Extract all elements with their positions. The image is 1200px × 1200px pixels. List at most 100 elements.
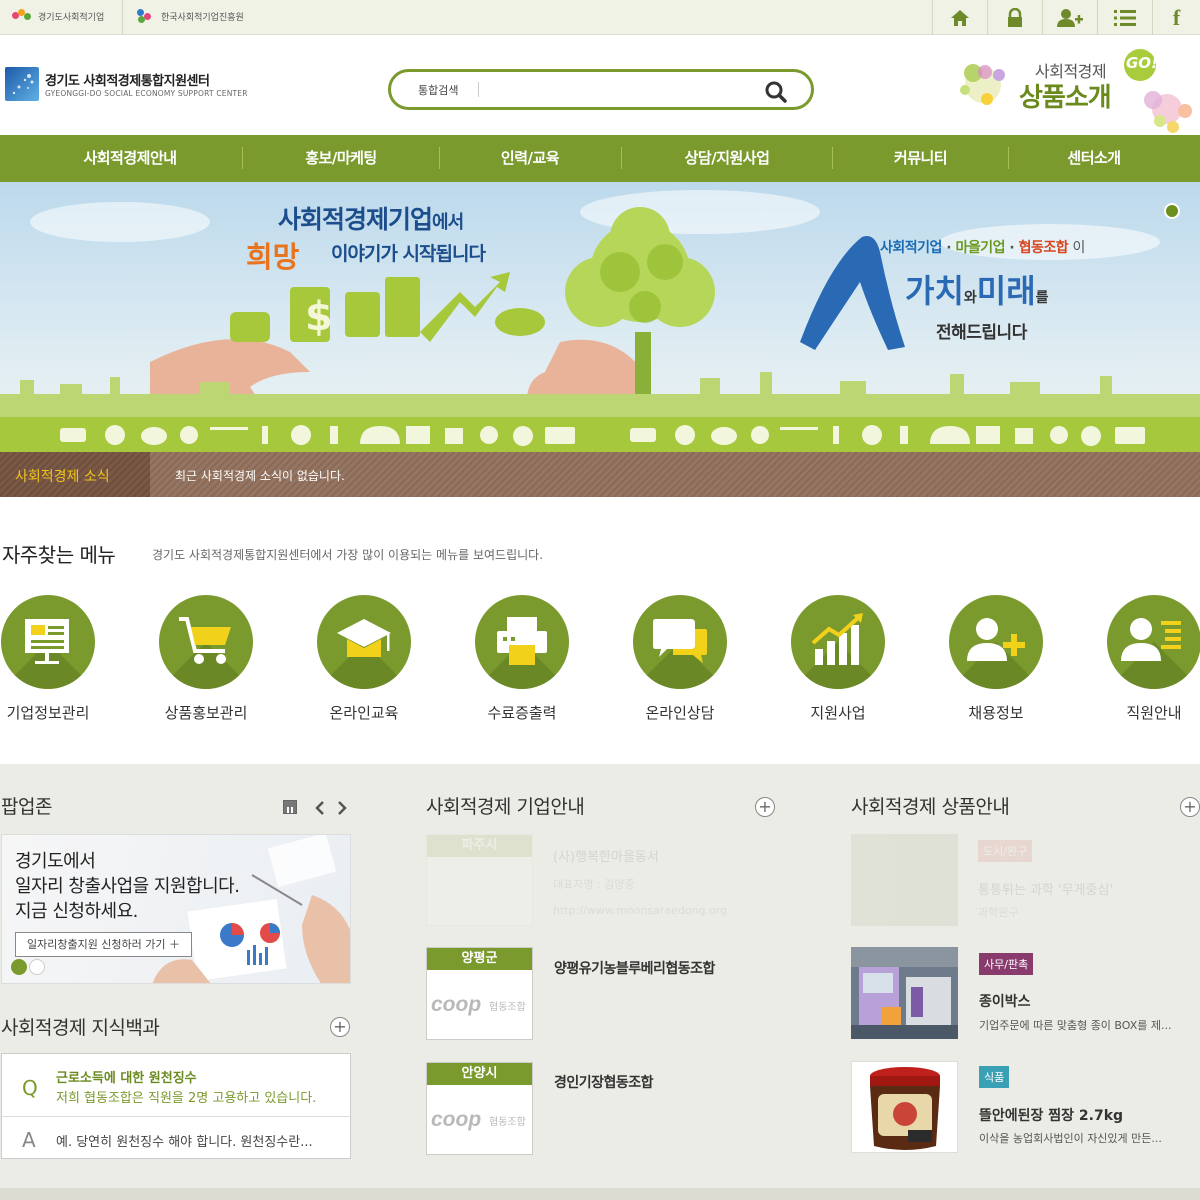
product-desc: 과학완구: [978, 906, 1019, 919]
gyeonggi-social-enterprise-link[interactable]: 경기도사회적기업: [12, 9, 104, 23]
nav-social-economy-guide[interactable]: 사회적경제안내: [20, 135, 240, 182]
company-card-thumb[interactable]: 양평군 coop 협동조합: [426, 947, 533, 1040]
product-thumb-doenjang[interactable]: [851, 1061, 958, 1153]
quick-item-label[interactable]: 채용정보: [931, 702, 1061, 723]
popup-page-dot-active[interactable]: [11, 959, 27, 975]
prev-arrow-icon[interactable]: [313, 800, 327, 816]
add-user-icon: [1057, 8, 1083, 27]
quick-item-online-consulting-button[interactable]: [633, 595, 727, 689]
search-input[interactable]: [486, 78, 756, 102]
quick-item-label[interactable]: 기업정보관리: [0, 702, 113, 723]
search-label: 통합검색: [418, 84, 459, 97]
next-arrow-icon[interactable]: [335, 800, 349, 816]
korea-social-enterprise-agency-link[interactable]: 한국사회적기업진흥원: [135, 9, 244, 23]
search-icon[interactable]: [764, 80, 788, 104]
quick-item-support-projects-button[interactable]: [791, 595, 885, 689]
coop-logo-sub: 협동조합: [489, 1002, 526, 1013]
go-badge: GO!: [1126, 54, 1158, 72]
product-name: 통통튀는 과학 '무게중심': [978, 883, 1114, 898]
companies-more-button[interactable]: +: [755, 797, 775, 817]
factory-photo: [851, 947, 958, 1039]
product-card-faded[interactable]: 도서/완구 통통튀는 과학 '무게중심' 과학완구: [851, 834, 1200, 930]
nav-center-intro[interactable]: 센터소개: [1009, 135, 1179, 182]
staff-list-icon: [1121, 618, 1181, 661]
answer-text: 예. 당연히 원천징수 해야 합니다. 원천징수란...: [56, 1135, 313, 1150]
footer-strip: [0, 1188, 1200, 1200]
quick-item-label[interactable]: 수료증출력: [457, 702, 587, 723]
hero-illustration: $: [0, 190, 1200, 452]
nav-hr-education[interactable]: 인력/교육: [440, 135, 620, 182]
quick-item-product-promo-button[interactable]: [159, 595, 253, 689]
sitemap-button[interactable]: [1097, 0, 1152, 35]
quick-item-label[interactable]: 온라인교육: [299, 702, 429, 723]
popup-page-dot[interactable]: [29, 959, 45, 975]
products-banner-line2: 상품소개: [1019, 83, 1112, 113]
apply-job-creation-button[interactable]: 일자리창출지원 신청하러 가기 ＋: [15, 932, 192, 957]
company-region-badge: 양평군: [427, 948, 532, 970]
topbar-divider: [122, 0, 123, 35]
quick-item-certificate-print-button[interactable]: [475, 595, 569, 689]
center-logo-mark-icon[interactable]: [5, 67, 39, 101]
center-logo-title[interactable]: 경기도 사회적경제통합지원센터: [45, 70, 210, 89]
facebook-icon: f: [1172, 4, 1181, 30]
plus-icon: +: [758, 797, 772, 816]
sitemap-icon: [1114, 9, 1136, 26]
hero-left-line2: 이야기가 시작됩니다: [331, 243, 486, 265]
pause-button[interactable]: [283, 800, 297, 814]
products-title: 사회적경제 상품안내: [851, 796, 1010, 818]
quick-item-label[interactable]: 직원안내: [1089, 702, 1200, 723]
nav-community[interactable]: 커뮤니티: [833, 135, 1008, 182]
product-name[interactable]: 종이박스: [979, 991, 1031, 1011]
quick-menu-title: 자주찾는 메뉴: [2, 543, 116, 567]
printer-icon: [497, 617, 547, 665]
company-name[interactable]: 양평유기농블루베리협동조합: [554, 958, 715, 978]
join-button[interactable]: [1042, 0, 1097, 35]
korea-social-enterprise-label: 한국사회적기업진흥원: [161, 12, 244, 23]
company-url: http://www.moonsaraedong.org: [553, 904, 728, 917]
board-icon: [25, 619, 69, 664]
nav-promotion-marketing[interactable]: 홍보/마케팅: [243, 135, 439, 182]
knowledge-title: 사회적경제 지식백과: [1, 1017, 160, 1039]
news-text[interactable]: 최근 사회적경제 소식이 없습니다.: [175, 467, 345, 484]
product-desc: 이삭을 농업회사법인이 자신있게 만든...: [979, 1132, 1162, 1145]
quick-item-company-info-button[interactable]: [1, 595, 95, 689]
company-name[interactable]: 경인기장협동조합: [554, 1072, 654, 1092]
center-logo-subtitle: GYEONGGI-DO SOCIAL ECONOMY SUPPORT CENTE…: [45, 89, 248, 98]
knowledge-more-button[interactable]: +: [330, 1017, 350, 1037]
growth-chart-icon: [811, 613, 863, 665]
answer-mark: A: [22, 1128, 36, 1152]
hero-banner[interactable]: $ 사회적경제기업에서 희망 이야기가 시작됩니다 사회적기업 · 마을기업 ·…: [0, 182, 1200, 452]
facebook-button[interactable]: f: [1152, 0, 1200, 35]
home-button[interactable]: [932, 0, 987, 35]
quick-item-label[interactable]: 지원사업: [773, 702, 903, 723]
quick-item-job-info-button[interactable]: [949, 595, 1043, 689]
hero-right-values: 가치와미래를: [905, 272, 1049, 310]
question-title[interactable]: 근로소득에 대한 원천징수: [56, 1067, 197, 1086]
product-name[interactable]: 뜰안에된장 찜장 2.7kg: [979, 1105, 1123, 1125]
integrated-search-box[interactable]: 통합검색: [388, 69, 814, 110]
graduation-cap-icon: [337, 619, 391, 657]
popup-banner[interactable]: 경기도에서 일자리 창출사업을 지원합니다. 지금 신청하세요. 일자리창출지원…: [1, 834, 351, 984]
quick-item-online-education-button[interactable]: [317, 595, 411, 689]
popup-text: 경기도에서 일자리 창출사업을 지원합니다. 지금 신청하세요.: [15, 851, 240, 922]
login-button[interactable]: [987, 0, 1042, 35]
plus-icon: +: [333, 1017, 347, 1036]
products-more-button[interactable]: +: [1180, 797, 1200, 817]
coop-logo: coop: [431, 993, 482, 1016]
search-divider: [478, 82, 479, 97]
news-label: 사회적경제 소식: [15, 469, 110, 485]
question-text: 저희 협동조합은 직원을 2명 고용하고 있습니다.: [56, 1091, 317, 1106]
question-mark: Q: [22, 1076, 38, 1100]
knowledge-faq-box[interactable]: Q 근로소득에 대한 원천징수 저희 협동조합은 직원을 2명 고용하고 있습니…: [1, 1053, 351, 1159]
quick-item-label[interactable]: 상품홍보관리: [141, 702, 271, 723]
company-card-thumb[interactable]: 안양시 coop 협동조합: [426, 1062, 533, 1155]
product-thumb-paper-box[interactable]: [851, 947, 958, 1039]
jar-photo: [870, 1067, 940, 1150]
plus-icon: +: [1183, 797, 1197, 816]
quick-item-staff-guide-button[interactable]: [1107, 595, 1200, 689]
social-economy-products-banner[interactable]: 사회적경제 상품소개 GO!: [955, 45, 1195, 135]
quick-item-label[interactable]: 온라인상담: [615, 702, 745, 723]
company-card-faded[interactable]: 파주시 (사)행복한마을동서 대표자명 : 김양중 http://www.moo…: [426, 834, 776, 930]
company-name: (사)행복한마을동서: [553, 850, 659, 865]
nav-consulting-support[interactable]: 상담/지원사업: [622, 135, 832, 182]
